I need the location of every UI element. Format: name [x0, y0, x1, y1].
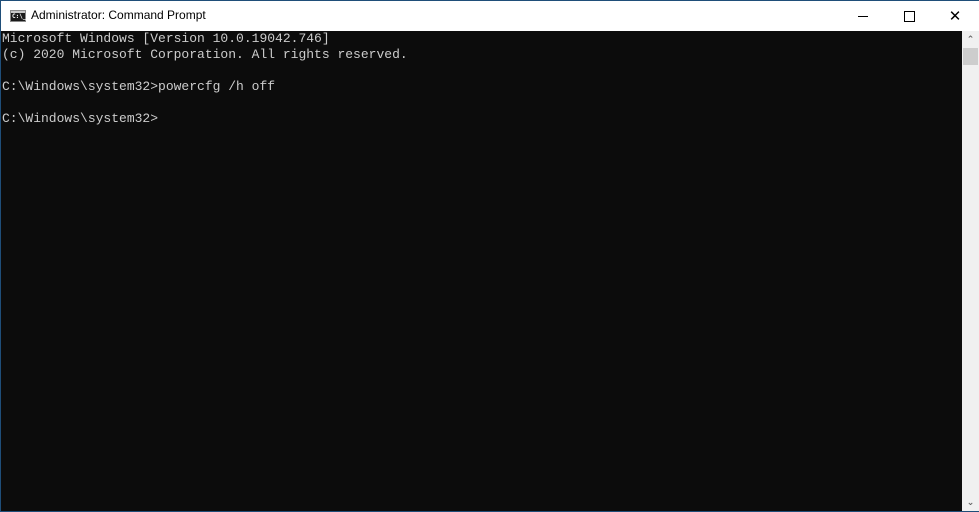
close-icon: ✕ — [948, 7, 962, 25]
scrollbar-thumb[interactable] — [963, 48, 978, 65]
maximize-icon — [903, 10, 915, 22]
terminal-output[interactable]: Microsoft Windows [Version 10.0.19042.74… — [2, 31, 962, 511]
terminal-line: Microsoft Windows [Version 10.0.19042.74… — [2, 31, 330, 46]
vertical-scrollbar[interactable]: ⌃ ⌄ — [962, 31, 979, 511]
command-prompt-line[interactable]: C:\Windows\system32> — [2, 111, 962, 127]
close-button[interactable]: ✕ — [932, 1, 978, 31]
terminal-line: (c) 2020 Microsoft Corporation. All righ… — [2, 47, 408, 62]
maximize-button[interactable] — [886, 1, 932, 31]
minimize-icon — [858, 15, 868, 17]
cmd-icon[interactable]: C:\_ — [10, 10, 26, 22]
minimize-button[interactable] — [840, 1, 886, 31]
chevron-down-icon: ⌄ — [966, 497, 975, 508]
command-prompt-window: C:\_ Administrator: Command Prompt ✕ Mic… — [0, 0, 979, 512]
window-title: Administrator: Command Prompt — [31, 8, 206, 22]
cmd-icon-glyph: C:\_ — [12, 13, 27, 20]
scroll-down-button[interactable]: ⌄ — [962, 494, 979, 511]
scroll-up-button[interactable]: ⌃ — [962, 31, 979, 48]
title-bar[interactable]: C:\_ Administrator: Command Prompt ✕ — [1, 0, 979, 31]
chevron-up-icon: ⌃ — [966, 34, 975, 45]
terminal-line: C:\Windows\system32>powercfg /h off — [2, 79, 276, 94]
